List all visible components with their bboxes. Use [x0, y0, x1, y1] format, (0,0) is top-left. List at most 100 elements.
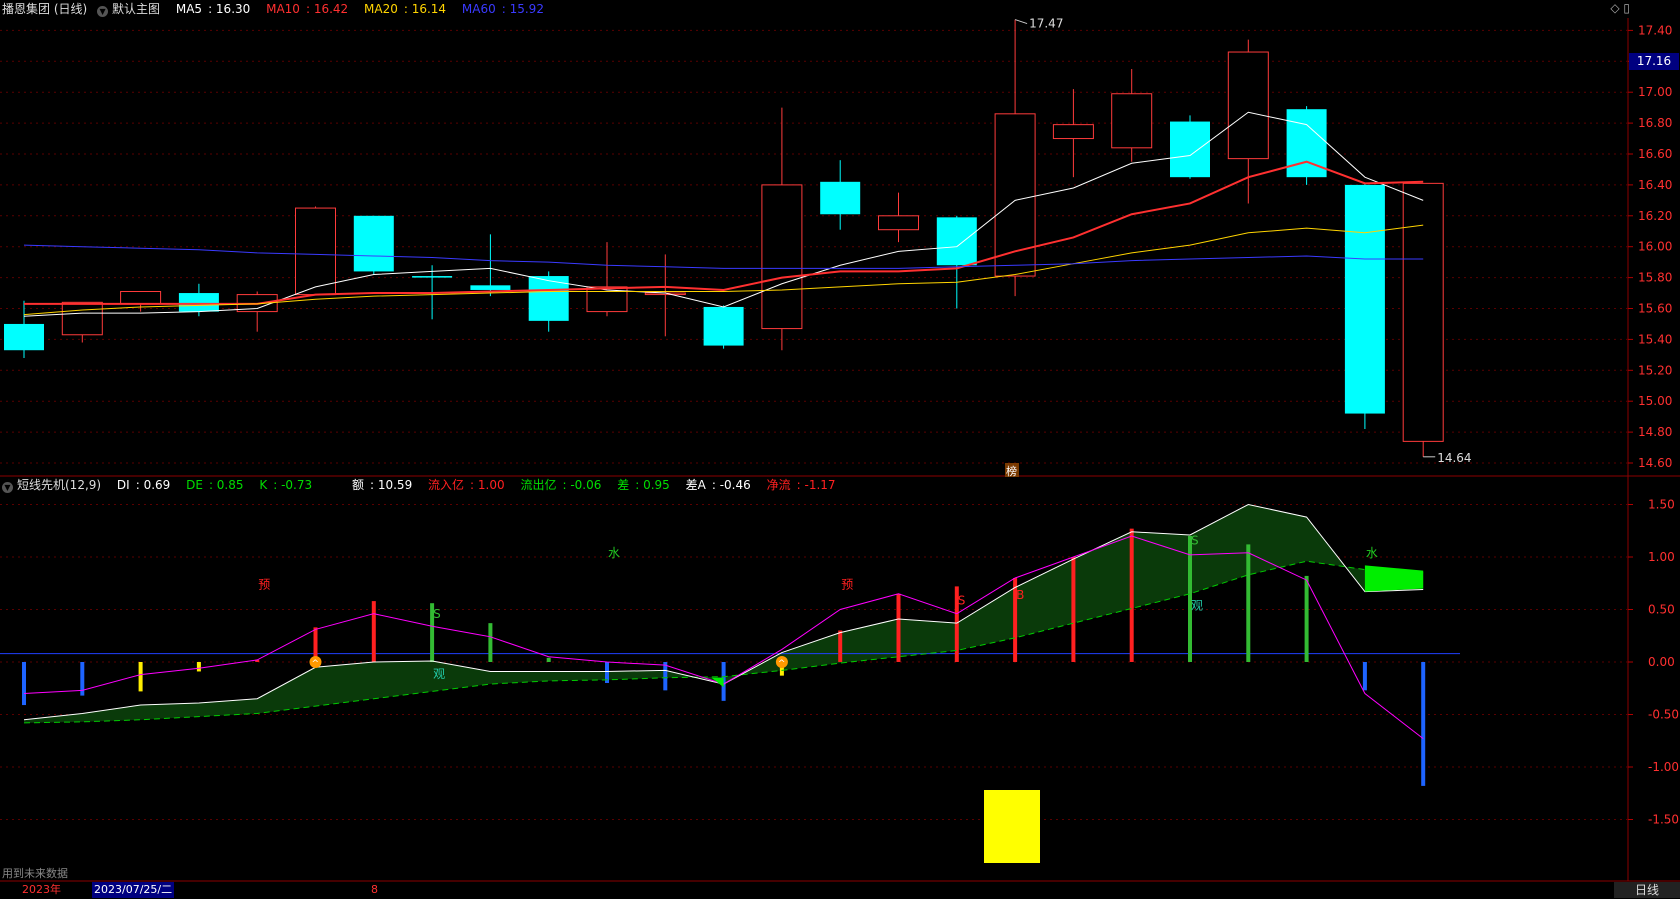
- main-chart-header: 播恩集团 (日线) ▼ 默认主图 MA5: 16.30 MA10: 16.42 M…: [2, 0, 556, 18]
- main-tick-label: 15.40: [1638, 332, 1672, 346]
- chart-template-selector[interactable]: ▼ 默认主图: [97, 2, 166, 17]
- indicator-tick-label: 0.00: [1648, 655, 1675, 669]
- ma-line-ma20: [23, 224, 1424, 316]
- indicator-bar: [138, 662, 143, 692]
- candle-body-down: [1170, 121, 1210, 178]
- main-tick-label: 15.20: [1638, 363, 1672, 377]
- candle-body-down: [353, 215, 394, 272]
- ma-line-ma60: [23, 244, 1424, 269]
- candle-body-down: [936, 217, 977, 266]
- candle-body-up: [120, 291, 162, 305]
- indicator-header: ▼ 短线先机(12,9) DI: 0.69 DE: 0.85 K: -0.73 额…: [2, 476, 848, 494]
- signal-label: 观: [1191, 599, 1203, 613]
- candle-body-up: [761, 184, 803, 330]
- main-tick-label: 15.80: [1638, 271, 1672, 285]
- signal-label: S: [433, 607, 441, 621]
- high-pointer: [1014, 19, 1028, 25]
- window-icon[interactable]: ▯: [1623, 1, 1630, 15]
- diff-a-label: 差A: -0.46: [685, 478, 751, 492]
- candle-body-up: [1052, 124, 1094, 140]
- indicator-bar: [1304, 575, 1309, 662]
- orange-signal-glyph: ^: [312, 659, 320, 669]
- indicator-bar: [1421, 662, 1426, 786]
- indicator-bar: [546, 657, 551, 662]
- indicator-bar: [1071, 557, 1076, 662]
- candle-body-down: [703, 306, 744, 346]
- candle-body-up: [1227, 51, 1269, 160]
- candle-body-down: [178, 293, 219, 312]
- ma-line-ma10: [24, 160, 1424, 305]
- ma5-label: MA5: 16.30: [175, 2, 251, 16]
- indicator-bar: [896, 593, 901, 662]
- signal-label: 观: [433, 667, 445, 681]
- main-tick-label: 16.40: [1638, 178, 1672, 192]
- main-tick-label: 14.60: [1638, 456, 1672, 470]
- window-controls[interactable]: ◇ ▯: [1610, 1, 1630, 15]
- candle-body-down: [412, 276, 453, 278]
- outflow-label: 流出亿: -0.06: [520, 478, 602, 492]
- indicator-tick-label: -1.50: [1648, 813, 1679, 827]
- signal-label: B: [1016, 588, 1024, 602]
- settings-icon[interactable]: ▼: [2, 482, 13, 493]
- inflow-label: 流入亿: 1.00: [428, 478, 505, 492]
- settings-icon[interactable]: ▼: [97, 6, 109, 17]
- stock-chart[interactable]: 14.60 14.80 15.00 15.20 15.40 15.60 15.80 16.00…: [0, 0, 1680, 899]
- main-tick-label: 17.40: [1638, 23, 1672, 37]
- main-tick-label: 14.80: [1638, 425, 1672, 439]
- indicator-bar: [22, 662, 26, 706]
- indicator-tick-label: -1.00: [1648, 760, 1679, 774]
- main-tick-label: 16.00: [1638, 240, 1672, 254]
- signal-label: 水: [1366, 546, 1378, 560]
- indicator-bar: [663, 662, 668, 691]
- cursor-date: 2023/07/25/二: [92, 882, 175, 898]
- main-tick-label: 16.20: [1638, 209, 1672, 223]
- candle-body-down: [1344, 184, 1385, 414]
- main-tick-label: 15.60: [1638, 302, 1672, 316]
- indicator-tick-label: 1.50: [1648, 498, 1675, 512]
- signal-green-block: [1364, 565, 1424, 592]
- ma-line-ma5: [23, 111, 1424, 317]
- candle-body-up: [61, 301, 103, 336]
- orange-signal-glyph: ^: [778, 659, 786, 669]
- signal-label: S: [1191, 533, 1199, 547]
- signal-label: S: [958, 593, 966, 607]
- candle-body-down: [4, 323, 44, 351]
- indicator-bar: [488, 623, 493, 662]
- candle-body-up: [1402, 182, 1444, 442]
- period-button[interactable]: 日线: [1614, 882, 1680, 898]
- rank-marker-text: 榜: [1006, 464, 1017, 478]
- main-tick-label: 16.80: [1638, 116, 1672, 130]
- ma20-label: MA20: 16.14: [364, 2, 447, 16]
- stock-title: 播恩集团 (日线): [2, 2, 88, 16]
- low-price-label: 14.64: [1437, 451, 1471, 465]
- future-data-note: 用到未来数据: [2, 867, 68, 880]
- k-label: K: -0.73: [259, 478, 313, 492]
- yellow-block: [984, 790, 1040, 863]
- signal-label: 预: [258, 578, 270, 592]
- indicator-tick-label: -0.50: [1648, 708, 1679, 722]
- amount-label: 额: 10.59: [351, 478, 413, 492]
- ma60-label: MA60: 15.92: [461, 2, 544, 16]
- de-label: DE: 0.85: [186, 478, 244, 492]
- indicator-tick-label: 1.00: [1648, 550, 1675, 564]
- candle-body-up: [878, 215, 919, 231]
- indicator-bar: [1129, 528, 1134, 662]
- diamond-icon[interactable]: ◇: [1610, 1, 1619, 15]
- indicator-bar: [1246, 544, 1251, 662]
- indicator-tick-label: 0.50: [1648, 603, 1675, 617]
- current-price-tag: 17.16: [1629, 53, 1679, 70]
- candle-body-up: [1111, 93, 1153, 149]
- year-label: 2023年: [22, 883, 61, 896]
- indicator-bar: [838, 630, 843, 662]
- main-tick-label: 16.60: [1638, 147, 1672, 161]
- indicator-bar: [196, 662, 201, 672]
- indicator-bar: [371, 601, 376, 662]
- candle-body-down: [470, 285, 511, 290]
- diff-label: 差: 0.95: [617, 478, 670, 492]
- main-tick-label: 15.00: [1638, 394, 1672, 408]
- di-label: DI: 0.69: [116, 478, 171, 492]
- net-flow-label: 净流: -1.17: [766, 478, 836, 492]
- indicator-selector[interactable]: ▼ 短线先机(12,9): [2, 478, 107, 493]
- candle-body-down: [820, 181, 861, 215]
- signal-label: 水: [608, 546, 620, 560]
